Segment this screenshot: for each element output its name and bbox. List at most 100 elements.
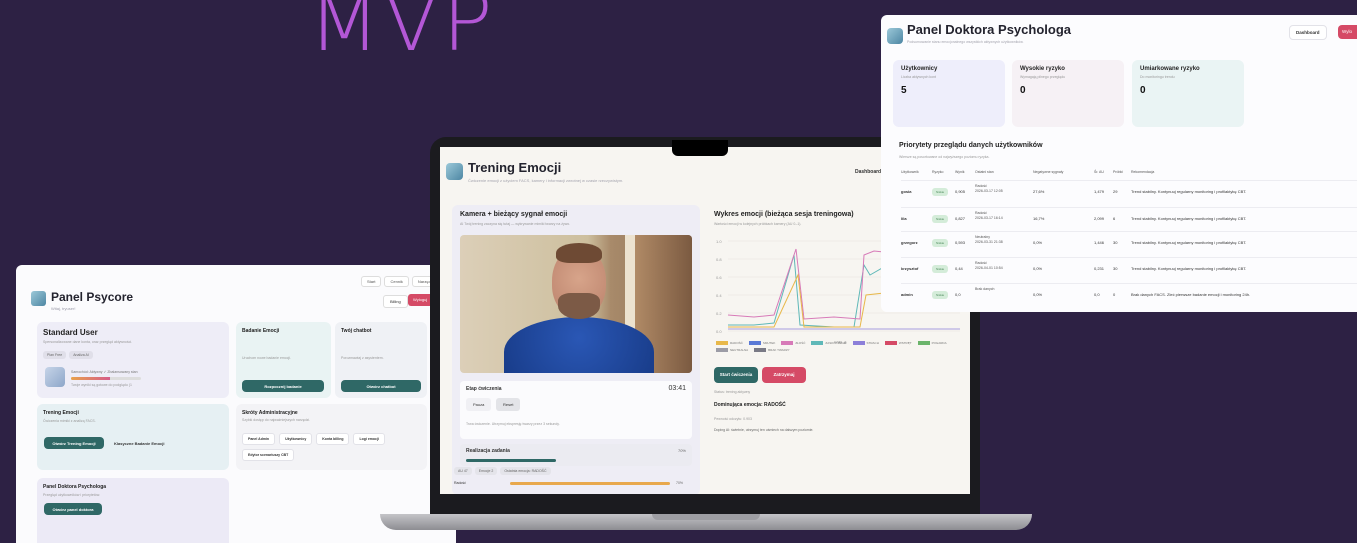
col-rec: Rekomendacja (1131, 170, 1155, 174)
legend-swatch (748, 341, 761, 345)
row-state-date: 2026-03-17 12:05 (975, 189, 1003, 193)
emotion-chips: AU 47 Emocje 2 Ostatnia emocja: RADOŚĆ (454, 467, 551, 475)
y-tick: 0.2 (716, 311, 722, 316)
session-hint: Trwa ćwiczenie. Utrzymuj ekspresję twarz… (466, 422, 560, 426)
doctor-panel-card: Panel Doktora Psychologa Przegląd użytko… (37, 478, 229, 543)
chip-last-emotion: Ostatnia emocja: RADOŚĆ (500, 467, 551, 475)
priority-title: Priorytety przeglądu danych użytkowników (899, 142, 1043, 149)
y-tick: 0.4 (716, 293, 722, 298)
pause-button[interactable]: Pauza (466, 398, 492, 411)
row-score: 0,0 (955, 292, 961, 297)
legend-swatch (754, 348, 767, 352)
row-state: Brak danych (975, 287, 994, 292)
legend-swatch (811, 341, 824, 345)
stat-label: Umiarkowane ryzyko (1140, 66, 1200, 72)
stat-label: Wysokie ryzyko (1020, 66, 1065, 72)
reset-button[interactable]: Reset (496, 398, 521, 411)
row-neg: 16,7% (1033, 216, 1045, 221)
emotion-progress-label: Radość (454, 481, 466, 485)
stat-sub: Wymagają pilnego przeglądu (1020, 75, 1066, 79)
table-row[interactable]: grzegorz Niskie 0,593 Neutralny 2026-03-31 2… (901, 231, 1357, 253)
col-user: Użytkownik (901, 170, 919, 174)
stat-label: Użytkownicy (901, 66, 938, 72)
row-state: Radość 2026-03-17 16:14 (975, 211, 1003, 221)
users-link[interactable]: Użytkownicy (279, 433, 313, 445)
legend-label: STRACH (866, 341, 879, 345)
row-state-date: 2026-03-31 21:38 (975, 240, 1003, 244)
row-user: krzysztof (901, 266, 919, 271)
mood-bar (71, 377, 141, 380)
admin-title: Skróty Administracyjne (242, 410, 298, 416)
camera-card: Kamera + bieżący sygnał emocji AI Twój t… (452, 205, 700, 494)
chart-title: Wykres emocji (bieżąca sesja treningowa) (714, 211, 854, 218)
stat-value: 0 (1140, 85, 1146, 96)
analysis-pill: Analiza AI (69, 351, 93, 359)
legend-item: ZŁOŚĆ (781, 341, 805, 345)
dashboard-button[interactable]: Dashboard (1289, 25, 1327, 40)
hint-line: Twoje wyniki są gotowe do podglądu (1 (71, 383, 132, 387)
row-user: gosia (901, 189, 912, 194)
col-neg: Negatywne sygnały (1033, 170, 1064, 174)
dashboard-link[interactable]: Dashboard (855, 169, 881, 175)
chip-au: AU 47 (454, 467, 472, 475)
open-training-button[interactable]: Otwórz Trening Emocji (44, 437, 104, 449)
camera-title: Kamera + bieżący sygnał emocji (460, 211, 568, 218)
table-row[interactable]: admin Niskie 0,0 Brak danych 0,0% 0,0 0 Brak da… (901, 283, 1357, 305)
standard-user-title: Standard User (43, 328, 98, 337)
y-tick: 0.0 (716, 329, 722, 334)
open-chatbot-button[interactable]: Otwórz chatbot (341, 380, 421, 392)
stat-sub: Do monitoringu trendu (1140, 75, 1175, 79)
risk-badge: Niskie (932, 215, 949, 223)
classic-test-link[interactable]: Klasyczne Badanie Emocji (114, 441, 164, 446)
nav-start[interactable]: Start (361, 276, 382, 287)
legend-label: NEUTRALNA (730, 348, 749, 352)
emotion-logs-link[interactable]: Logi emocji (353, 433, 385, 445)
stat-high-risk: Wysokie ryzyko Wymagają pilnego przegląd… (1012, 60, 1124, 127)
nav-cennik[interactable]: Cennik (384, 276, 409, 287)
risk-badge: Niskie (932, 291, 949, 299)
emotion-progress-value: 70% (676, 481, 684, 485)
legend-swatch (917, 341, 930, 345)
task-progress-bar (466, 459, 556, 462)
doctor-panel: Panel Doktora Psychologa Podsumowanie st… (881, 15, 1357, 312)
row-samples: 29 (1113, 189, 1118, 194)
cbt-editor-link[interactable]: Edytor scenariuszy CBT (242, 449, 295, 461)
row-au: 0,0 (1094, 292, 1100, 297)
table-row[interactable]: krzysztof Niskie 0,44 Radość 2026-04-01 10:5… (901, 257, 1357, 279)
legend-label: RADOŚĆ (730, 341, 743, 345)
table-row[interactable]: gosia Niskie 0,905 Radość 2026-03-17 12:05 27… (901, 180, 1357, 202)
legend-label: ZASKOCZENIE (825, 341, 847, 345)
start-test-button[interactable]: Rozpocznij badanie (242, 380, 324, 392)
admin-panel-link[interactable]: Panel Admin (242, 433, 276, 445)
row-neg: 27,6% (1033, 189, 1045, 194)
start-training-button[interactable]: Start ćwiczenia (714, 367, 758, 383)
y-tick: 0.8 (716, 257, 722, 262)
doctor-card-title: Panel Doktora Psychologa (43, 484, 107, 490)
legend-label: BRAK TWARZY (768, 348, 790, 352)
doctor-card-desc: Przegląd użytkowników i priorytetów. (43, 493, 100, 497)
legend-item: NEUTRALNA (716, 348, 748, 352)
emotion-test-desc: Uruchom nowe badanie emocji. (242, 356, 292, 360)
legend-item: POGARDA (917, 341, 947, 345)
table-row[interactable]: lila Niskie 0,827 Radość 2026-03-17 16:14 16,… (901, 207, 1357, 229)
billing-accounts-link[interactable]: Konta billing (316, 433, 350, 445)
ai-advice: Doping AI: świetnie, utrzymuj ten uśmiec… (714, 428, 814, 432)
legend-item: RADOŚĆ (716, 341, 743, 345)
legend-item: SMUTEK (748, 341, 775, 345)
legend-label: WSTRĘT (898, 341, 912, 345)
stat-sub: Liczba aktywnych kont (901, 75, 937, 79)
legend-item: BRAK TWARZY (754, 348, 790, 352)
app-logo-icon (446, 163, 463, 180)
row-au: 2,099 (1094, 216, 1105, 221)
billing-button[interactable]: Billing (383, 295, 408, 308)
laptop-base (380, 514, 1032, 530)
chart-desc: Wartości emocji w kolejnych próbkach kam… (714, 222, 802, 226)
task-progress: Realizacja zadania 70% (460, 444, 692, 466)
logout-button[interactable]: Wylo (1338, 25, 1357, 39)
risk-badge: Niskie (932, 239, 949, 247)
page-subtitle: Witaj, tryuser! (51, 306, 76, 311)
standard-user-desc: Spersonalizowane dane konta, oraz przegl… (43, 340, 133, 344)
open-doctor-panel-button[interactable]: Otwórz panel doktora (44, 503, 102, 515)
stop-training-button[interactable]: Zatrzymaj (762, 367, 806, 383)
legend-swatch (716, 348, 728, 352)
